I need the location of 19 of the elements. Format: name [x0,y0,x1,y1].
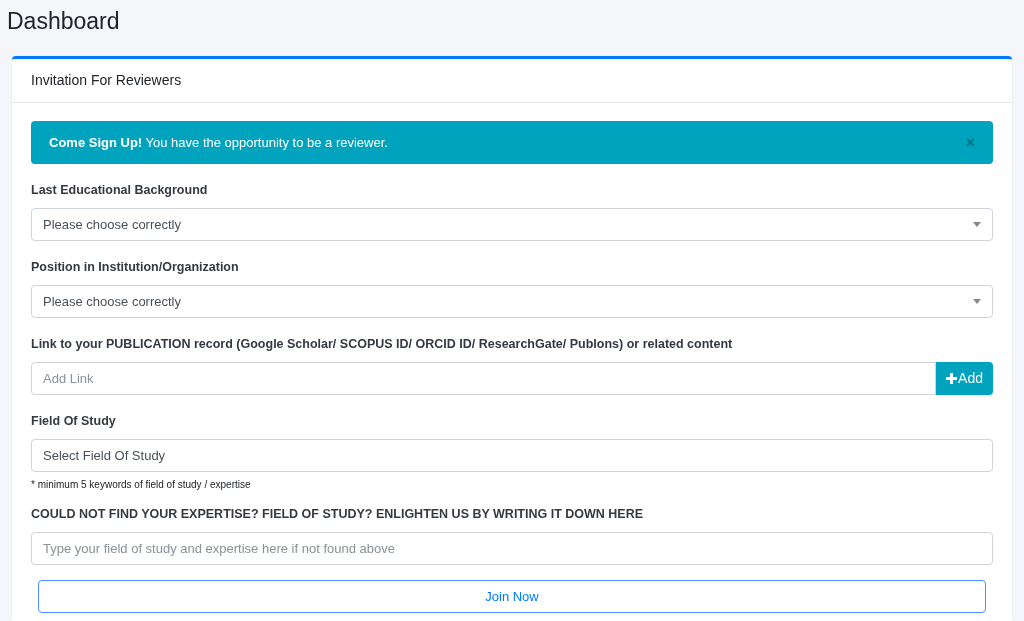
page-title: Dashboard [6,7,121,36]
link-input[interactable]: Add Link [31,362,937,395]
select-dropdown[interactable]: Please choose correctly [31,285,993,318]
field-label: Field Of Study [31,413,117,430]
field-label: Last Educational Background [31,182,209,199]
caret-icon [973,299,981,304]
card-title: Invitation For Reviewers [31,71,182,90]
field-label: Position in Institution/Organization [31,259,240,276]
select-dropdown[interactable]: Please choose correctly [31,208,993,241]
field-label: COULD NOT FIND YOUR EXPERTISE? FIELD OF STUDY? ENLIGHTEN US BY WRITING IT DOWN HERE [31,506,645,523]
helper-note: * minimum 5 keywords of field of study / expertise [31,478,252,492]
caret-icon [973,222,981,227]
join-now-button[interactable]: Join Now [38,580,986,613]
tag-select-field[interactable]: Select Field Of Study [31,439,993,472]
add-button[interactable]: Add [936,362,993,395]
alert-message: Come Sign Up! You have the opportunity to be a reviewer. [49,133,388,152]
field-label: Link to your PUBLICATION record (Google Scholar/ SCOPUS ID/ ORCID ID/ ResearchGate/ Publons) or related content [31,336,734,353]
plus-icon [946,373,958,384]
text-input[interactable]: Type your field of study and expertise here if not found above [31,532,993,565]
